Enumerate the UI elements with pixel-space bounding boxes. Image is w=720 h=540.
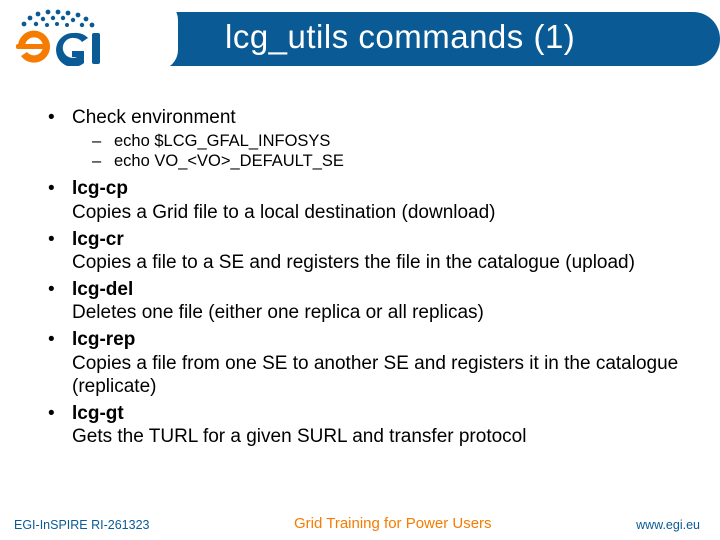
cmd-name: lcg-cr [72, 229, 124, 250]
env-line: echo $LCG_GFAL_INFOSYS [92, 131, 684, 151]
footer-right: www.egi.eu [636, 518, 700, 532]
cmd-name: lcg-cp [72, 178, 128, 199]
footer-left: EGI-InSPIRE RI-261323 [14, 518, 149, 532]
cmd-desc: Copies a file to a SE and registers the … [72, 251, 684, 274]
egi-logo-icon [10, 6, 168, 66]
bullet-cmd: lcg-cp Copies a Grid file to a local des… [46, 177, 684, 223]
env-heading: Check environment [72, 107, 236, 128]
logo-plate [0, 0, 178, 70]
bullet-env: Check environment echo $LCG_GFAL_INFOSYS… [46, 106, 684, 171]
bullet-cmd: lcg-gt Gets the TURL for a given SURL an… [46, 402, 684, 448]
cmd-desc: Deletes one file (either one replica or … [72, 301, 684, 324]
cmd-desc: Copies a file from one SE to another SE … [72, 352, 684, 398]
bullet-cmd: lcg-rep Copies a file from one SE to ano… [46, 328, 684, 398]
slide: lcg_utils commands (1) Check environment… [0, 0, 720, 540]
cmd-name: lcg-rep [72, 329, 135, 350]
slide-body: Check environment echo $LCG_GFAL_INFOSYS… [0, 78, 720, 494]
env-sublist: echo $LCG_GFAL_INFOSYS echo VO_<VO>_DEFA… [92, 131, 684, 171]
bullet-cmd: lcg-del Deletes one file (either one rep… [46, 278, 684, 324]
cmd-name: lcg-del [72, 279, 133, 300]
cmd-name: lcg-gt [72, 403, 124, 424]
cmd-desc: Copies a Grid file to a local destinatio… [72, 201, 684, 224]
header: lcg_utils commands (1) [0, 0, 720, 78]
footer: EGI-InSPIRE RI-261323 Grid Training for … [0, 494, 720, 540]
env-line: echo VO_<VO>_DEFAULT_SE [92, 151, 684, 171]
slide-title: lcg_utils commands (1) [225, 18, 575, 56]
bullet-list: Check environment echo $LCG_GFAL_INFOSYS… [46, 106, 684, 448]
bullet-cmd: lcg-cr Copies a file to a SE and registe… [46, 228, 684, 274]
cmd-desc: Gets the TURL for a given SURL and trans… [72, 425, 684, 448]
footer-center: Grid Training for Power Users [149, 515, 636, 532]
